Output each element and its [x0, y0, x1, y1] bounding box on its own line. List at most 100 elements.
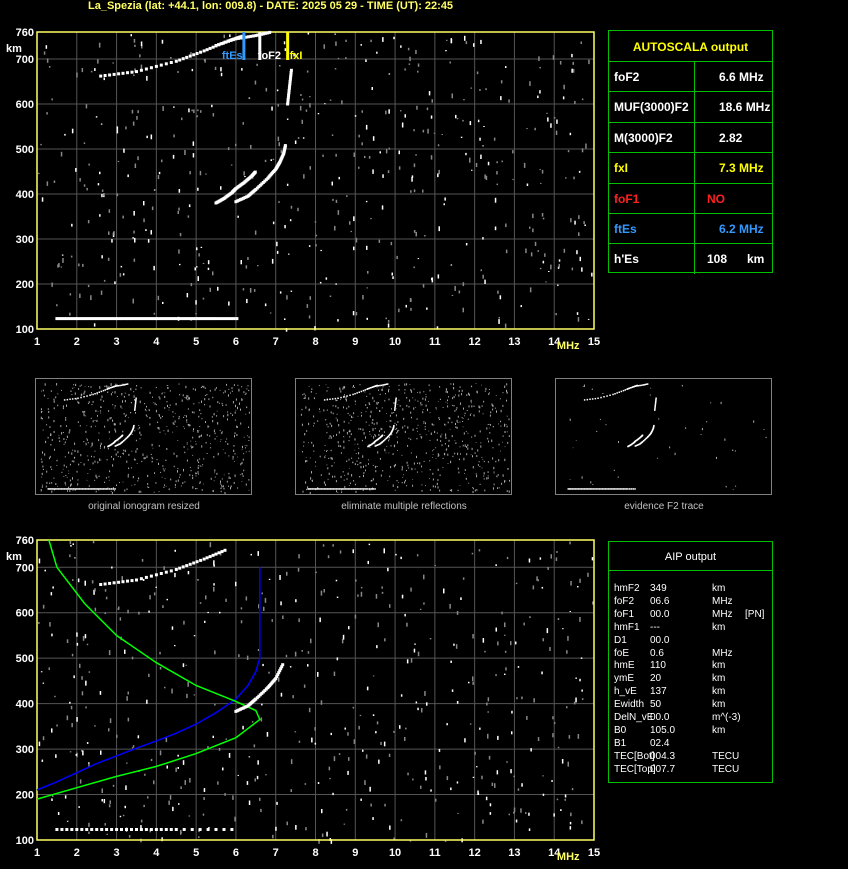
noise-dot — [103, 279, 106, 282]
trace-point — [205, 48, 209, 52]
noise-dot — [353, 739, 356, 744]
thumb-noise — [235, 404, 236, 408]
thumb-trace — [105, 488, 108, 490]
noise-dot — [561, 759, 564, 764]
trace-point — [126, 71, 129, 75]
thumb-noise — [372, 396, 374, 400]
thumb-noise — [448, 439, 450, 442]
noise-dot — [87, 220, 90, 224]
thumb-noise — [73, 460, 75, 463]
thumb-noise — [423, 421, 425, 423]
noise-dot — [504, 634, 506, 636]
noise-dot — [571, 267, 574, 271]
thumb-noise — [406, 461, 408, 464]
thumb-noise — [41, 460, 43, 463]
thumb-noise — [423, 391, 425, 393]
thumb-noise — [110, 417, 112, 419]
noise-dot — [438, 226, 440, 232]
noise-dot — [149, 595, 151, 600]
thumb-noise — [394, 428, 396, 430]
trace-point — [185, 564, 189, 568]
noise-dot — [369, 786, 371, 792]
trace-point — [195, 52, 199, 55]
noise-dot — [550, 264, 552, 270]
thumb-noise — [305, 481, 307, 484]
noise-dot — [94, 68, 96, 71]
aip-param: hmF2 — [614, 583, 640, 594]
thumb-noise — [220, 487, 222, 490]
thumb-noise — [348, 440, 350, 442]
noise-dot — [444, 197, 446, 201]
thumb-noise — [132, 476, 134, 479]
thumb-noise — [363, 465, 364, 468]
thumb-noise — [189, 467, 191, 468]
thumb-noise — [351, 415, 352, 418]
thumb-noise — [241, 449, 243, 451]
noise-dot — [501, 160, 503, 163]
thumb-noise — [155, 386, 157, 389]
noise-dot — [264, 303, 267, 307]
thumb-noise — [449, 428, 451, 430]
noise-dot — [114, 281, 116, 285]
thumb-noise — [201, 385, 203, 388]
noise-dot — [570, 581, 572, 586]
thumb-trace — [630, 387, 632, 389]
thumb-noise — [462, 420, 464, 423]
thumb-noise — [347, 412, 349, 415]
noise-dot — [92, 540, 95, 544]
thumb-noise — [112, 419, 113, 422]
noise-dot — [142, 578, 145, 581]
noise-dot — [487, 711, 489, 713]
thumb-noise — [131, 467, 132, 469]
thumb-noise — [209, 389, 211, 392]
noise-dot — [248, 800, 251, 805]
noise-dot — [413, 129, 415, 132]
thumb-noise — [315, 465, 317, 467]
thumb-noise — [447, 463, 449, 464]
thumb-noise — [441, 433, 443, 435]
noise-dot — [121, 576, 123, 581]
thumb-noise — [481, 384, 482, 386]
thumb-noise — [50, 433, 52, 435]
noise-dot — [269, 312, 272, 314]
noise-dot — [487, 161, 490, 166]
thumb-noise — [83, 441, 85, 443]
thumb-noise — [40, 390, 42, 392]
thumb-noise — [112, 464, 114, 467]
y-tick-label: 500 — [16, 144, 34, 156]
thumb-noise — [305, 406, 307, 409]
noise-dot — [157, 175, 160, 180]
trace-point — [121, 71, 125, 75]
noise-dot — [562, 96, 565, 100]
thumb-noise — [369, 393, 371, 395]
thumb-trace — [610, 488, 613, 490]
noise-dot — [205, 173, 207, 175]
noise-dot — [308, 245, 311, 247]
noise-dot — [199, 602, 202, 604]
thumb-noise — [421, 404, 423, 406]
thumb-noise — [354, 438, 356, 441]
thumb-noise — [100, 406, 102, 408]
aip-row: Ewidth 50 km — [614, 698, 774, 711]
trace-point — [149, 574, 153, 578]
y-tick-label: 300 — [16, 744, 34, 756]
thumb-noise — [389, 425, 391, 428]
thumb-noise — [315, 393, 317, 394]
noise-dot — [60, 266, 63, 268]
thumb-trace — [376, 385, 378, 387]
thumb-noise — [143, 457, 145, 460]
thumb-noise — [484, 489, 486, 492]
thumb-trace — [346, 488, 348, 490]
thumb-noise — [136, 385, 138, 387]
thumb-noise — [213, 430, 215, 433]
thumb-noise — [176, 455, 178, 458]
noise-dot — [133, 230, 135, 234]
thumb-noise — [244, 447, 246, 449]
noise-dot — [124, 649, 126, 654]
thumb-original — [35, 378, 252, 495]
thumb-noise — [506, 399, 507, 402]
noise-dot — [484, 174, 486, 179]
thumb-trace — [316, 488, 318, 490]
thumb-noise — [158, 462, 159, 465]
thumb-noise — [201, 489, 203, 491]
